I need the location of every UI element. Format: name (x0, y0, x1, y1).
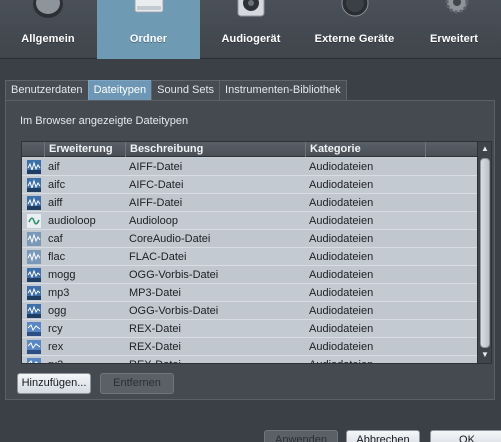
extension-cell: aiff (48, 197, 63, 209)
table-header: Erweiterung Beschreibung Kategorie (22, 142, 477, 157)
description-cell: REX-Datei (129, 323, 181, 335)
aiff-file-icon (27, 178, 41, 192)
tab-user-data[interactable]: Benutzerdaten (5, 80, 89, 100)
speaker-icon (33, 0, 63, 18)
category-external-devices[interactable]: Externe Geräte (302, 0, 407, 59)
aiff-file-icon (27, 196, 41, 210)
column-header-category[interactable]: Kategorie (305, 142, 425, 157)
apply-button[interactable]: Anwenden (264, 430, 338, 442)
category-cell: Audiodateien (309, 305, 374, 317)
extension-cell: rx2 (48, 356, 63, 363)
ogg-file-icon (27, 304, 41, 318)
rex-file-icon (27, 322, 41, 336)
extension-cell: mp3 (48, 287, 70, 299)
tab-file-types[interactable]: Dateitypen (87, 80, 153, 100)
table-row[interactable]: rex REX-Datei Audiodateien (22, 338, 477, 356)
category-cell: Audiodateien (309, 251, 374, 263)
extension-cell: aifc (48, 179, 66, 191)
file-types-table: Erweiterung Beschreibung Kategorie aif A… (21, 141, 492, 364)
folder-tabs: Benutzerdaten Dateitypen Sound Sets Inst… (5, 80, 347, 100)
remove-button[interactable]: Entfernen (100, 373, 174, 394)
description-cell: AIFF-Datei (129, 197, 183, 209)
gears-icon (445, 0, 469, 14)
column-header-description[interactable]: Beschreibung (125, 142, 305, 157)
rex-file-icon (27, 340, 41, 354)
extension-cell: rex (48, 341, 64, 353)
column-header-extension[interactable]: Erweiterung (44, 142, 125, 157)
rex-file-icon (27, 358, 41, 363)
table-row[interactable]: ogg OGG-Vorbis-Datei Audiodateien (22, 302, 477, 320)
drive-icon (134, 0, 163, 13)
audio-file-icon (27, 250, 41, 264)
table-body: aif AIFF-Datei Audiodateien aifc AIFC-Da… (22, 158, 477, 363)
table-row[interactable]: caf CoreAudio-Datei Audiodateien (22, 230, 477, 248)
file-types-panel: Im Browser angezeigte Dateitypen Erweite… (5, 100, 495, 400)
add-button[interactable]: Hinzufügen... (17, 373, 91, 394)
category-advanced[interactable]: Erweitert (407, 0, 501, 59)
extension-cell: aif (48, 161, 60, 173)
extension-cell: flac (48, 251, 66, 263)
category-audio-device[interactable]: Audiogerät (200, 0, 302, 59)
category-label: Erweitert (430, 33, 478, 45)
extension-cell: rcy (48, 323, 63, 335)
category-cell: Audiodateien (309, 161, 374, 173)
category-cell: Audiodateien (309, 287, 374, 299)
ok-button[interactable]: OK (430, 430, 501, 442)
category-general[interactable]: Allgemein (0, 0, 96, 59)
table-row[interactable]: aifc AIFC-Datei Audiodateien (22, 176, 477, 194)
description-cell: REX-Datei (129, 356, 181, 363)
extension-cell: mogg (48, 269, 76, 281)
table-row[interactable]: rcy REX-Datei Audiodateien (22, 320, 477, 338)
description-cell: AIFC-Datei (129, 179, 184, 191)
extension-cell: audioloop (48, 215, 96, 227)
description-cell: AIFF-Datei (129, 161, 183, 173)
description-cell: OGG-Vorbis-Datei (129, 305, 219, 317)
preferences-category-bar: Allgemein Ordner Audiogerät Externe Gerä… (0, 0, 501, 59)
description-cell: CoreAudio-Datei (129, 233, 211, 245)
tab-instrument-library[interactable]: Instrumenten-Bibliothek (219, 80, 347, 100)
extension-cell: caf (48, 233, 63, 245)
aiff-file-icon (27, 160, 41, 174)
table-row[interactable]: flac FLAC-Datei Audiodateien (22, 248, 477, 266)
category-folders[interactable]: Ordner (97, 0, 200, 59)
table-row[interactable]: mogg OGG-Vorbis-Datei Audiodateien (22, 266, 477, 284)
category-cell: Audiodateien (309, 215, 374, 227)
category-label: Audiogerät (221, 33, 281, 45)
description-cell: REX-Datei (129, 341, 181, 353)
description-cell: OGG-Vorbis-Datei (129, 269, 219, 281)
knob-icon (341, 0, 368, 17)
panel-title: Im Browser angezeigte Dateitypen (20, 115, 189, 127)
category-label: Ordner (129, 33, 168, 45)
scroll-down-icon[interactable]: ▼ (478, 349, 491, 361)
category-cell: Audiodateien (309, 197, 374, 209)
category-label: Allgemein (21, 33, 75, 45)
category-cell: Audiodateien (309, 341, 374, 353)
table-row[interactable]: mp3 MP3-Datei Audiodateien (22, 284, 477, 302)
tab-sound-sets[interactable]: Sound Sets (151, 80, 221, 100)
description-cell: FLAC-Datei (129, 251, 187, 263)
ogg-file-icon (27, 268, 41, 282)
audio-file-icon (27, 232, 41, 246)
table-row[interactable]: aif AIFF-Datei Audiodateien (22, 158, 477, 176)
description-cell: MP3-Datei (129, 287, 181, 299)
column-header-filler (425, 142, 477, 157)
table-row[interactable]: rx2 REX-Datei Audiodateien (22, 356, 477, 363)
scrollbar-thumb[interactable] (480, 158, 490, 348)
scroll-up-icon[interactable]: ▲ (478, 143, 491, 155)
category-cell: Audiodateien (309, 269, 374, 281)
mp3-file-icon (27, 286, 41, 300)
category-cell: Audiodateien (309, 179, 374, 191)
table-row[interactable]: aiff AIFF-Datei Audiodateien (22, 194, 477, 212)
cancel-button[interactable]: Abbrechen (346, 430, 420, 442)
category-cell: Audiodateien (309, 356, 373, 363)
table-scrollbar[interactable]: ▲ ▼ (477, 142, 491, 363)
description-cell: Audioloop (129, 215, 178, 227)
extension-cell: ogg (48, 305, 67, 317)
audioloop-file-icon (27, 214, 41, 228)
audio-device-icon (237, 0, 265, 17)
category-label: Externe Geräte (314, 33, 395, 45)
table-row[interactable]: audioloop Audioloop Audiodateien (22, 212, 477, 230)
category-cell: Audiodateien (309, 233, 374, 245)
category-cell: Audiodateien (309, 323, 374, 335)
